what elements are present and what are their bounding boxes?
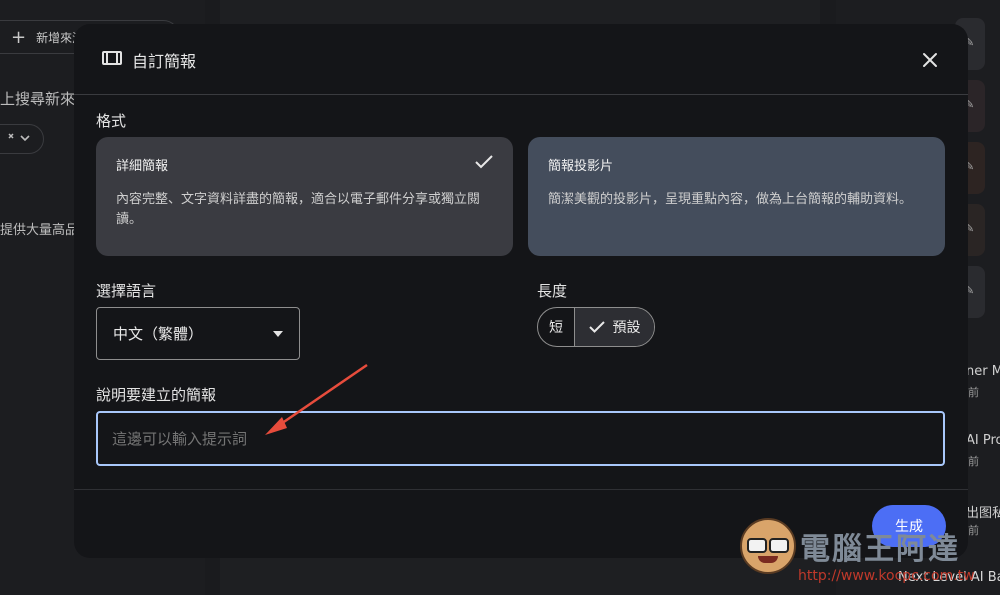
length-option-default[interactable]: 預設	[575, 308, 654, 346]
format-option-title: 詳細簡報	[116, 159, 169, 174]
background-note-title: AI Pro	[966, 433, 1000, 448]
format-option-slides[interactable]: 簡報投影片 簡潔美觀的投影片，呈現重點內容，做為上台簡報的輔助資料。	[528, 137, 945, 256]
background-search-text: 上搜尋新來	[0, 90, 76, 108]
length-label: 長度	[537, 282, 568, 300]
footer-divider	[74, 489, 968, 490]
format-option-title: 簡報投影片	[548, 159, 614, 174]
background-note-title: 出图私	[966, 506, 1000, 521]
prompt-label: 說明要建立的簡報	[96, 386, 217, 404]
close-button[interactable]	[917, 47, 943, 73]
background-note-time: 前	[968, 455, 979, 468]
prompt-input[interactable]	[96, 411, 945, 466]
format-option-detailed[interactable]: 詳細簡報 內容完整、文字資料詳盡的簡報，適合以電子郵件分享或獨立閱讀。	[96, 137, 513, 256]
check-icon	[588, 321, 605, 333]
check-icon	[475, 155, 493, 169]
dialog-title: 自訂簡報	[132, 52, 197, 71]
language-value: 中文（繁體）	[113, 325, 204, 343]
background-filter-chip[interactable]	[0, 124, 44, 154]
format-label: 格式	[96, 112, 127, 130]
generate-button[interactable]: 生成	[872, 505, 946, 547]
format-option-desc: 內容完整、文字資料詳盡的簡報，適合以電子郵件分享或獨立閱讀。	[116, 192, 481, 227]
length-option-short[interactable]: 短	[538, 308, 575, 346]
dropdown-caret-icon	[273, 331, 283, 337]
close-icon	[923, 53, 937, 67]
plus-icon: +	[11, 26, 27, 48]
sparkle-chevron-icon	[8, 133, 30, 142]
slides-icon	[102, 51, 122, 65]
background-note-time: 前	[968, 386, 979, 399]
language-label: 選擇語言	[96, 282, 157, 300]
format-option-desc: 簡潔美觀的投影片，呈現重點內容，做為上台簡報的輔助資料。	[548, 192, 913, 207]
language-select[interactable]: 中文（繁體）	[96, 307, 300, 360]
background-source-text: 提供大量高品	[0, 223, 79, 238]
custom-presentation-dialog: 自訂簡報 格式 詳細簡報 內容完整、文字資料詳盡的簡報，適合以電子郵件分享或獨立…	[74, 24, 968, 558]
background-next-title: Next Level AI Ba	[898, 570, 1000, 585]
dialog-header: 自訂簡報	[74, 24, 968, 95]
length-toggle-group: 短 預設	[537, 307, 655, 347]
background-note-time: 前	[968, 524, 979, 537]
length-option-default-label: 預設	[612, 320, 641, 336]
background-note-title: ner M	[966, 364, 1000, 379]
